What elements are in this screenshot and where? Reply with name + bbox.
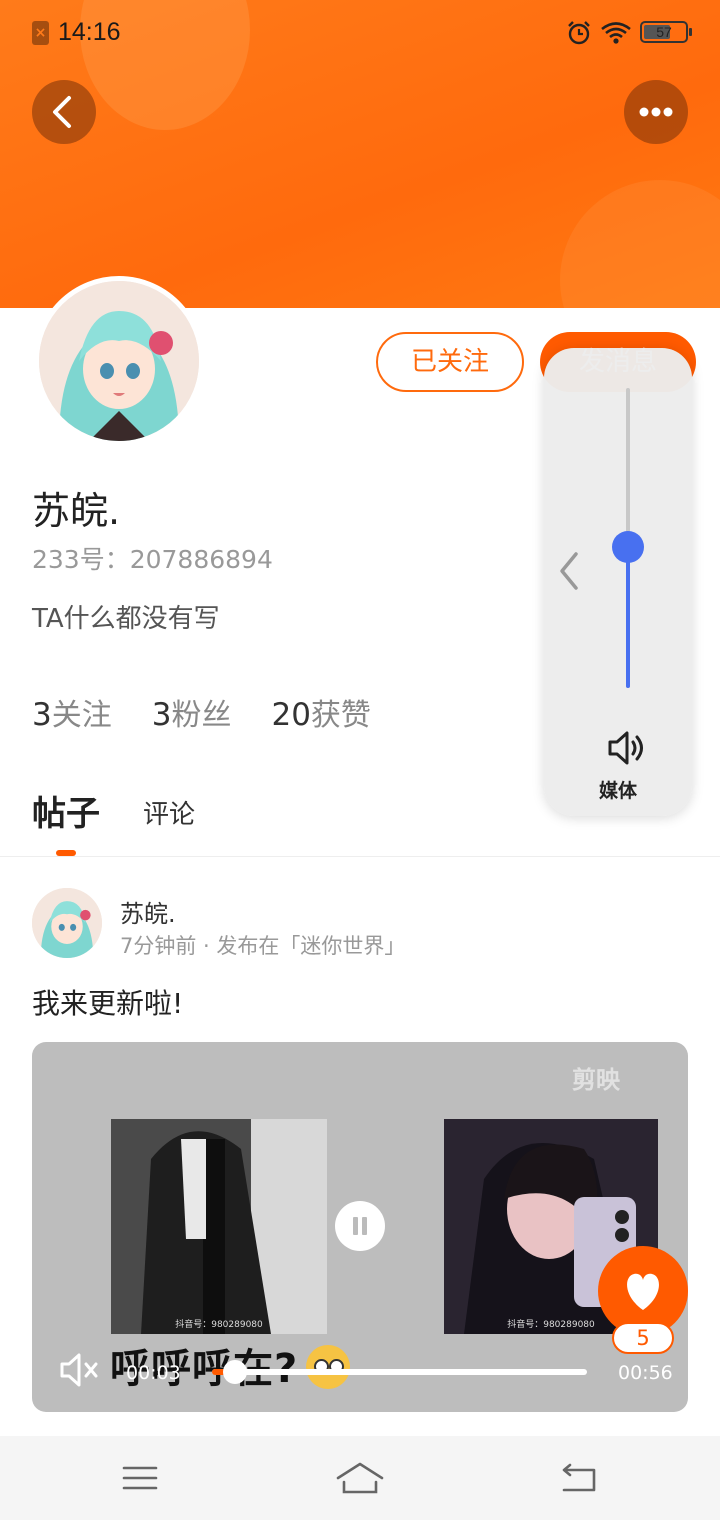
speaker-icon	[608, 731, 643, 765]
mute-icon[interactable]	[58, 1350, 100, 1390]
volume-knob[interactable]	[612, 531, 644, 563]
thumb-caption-left: 抖音号：980289080	[175, 1320, 263, 1330]
progress-bar[interactable]	[212, 1360, 587, 1384]
video-frame-left: 抖音号：980289080	[111, 1119, 327, 1334]
post-text: 我来更新啦!	[32, 987, 184, 1020]
eye-roll-emoji-icon	[306, 1345, 351, 1389]
volume-fill	[626, 547, 630, 688]
profile-avatar[interactable]	[34, 276, 204, 446]
profile-bio: TA什么都没有写	[32, 604, 220, 634]
battery-icon: 57	[640, 21, 692, 43]
like-count-badge: 5	[612, 1322, 674, 1354]
volume-stream-label: 媒体	[598, 780, 637, 802]
stat-followers[interactable]: 3粉丝	[152, 690, 232, 734]
volume-slider[interactable]	[612, 388, 644, 688]
profile-stats: 3关注 3粉丝 20获赞	[32, 690, 371, 734]
divider	[0, 856, 720, 857]
progress-knob[interactable]	[222, 1360, 247, 1384]
home-icon[interactable]	[330, 1450, 390, 1506]
more-options-button[interactable]	[624, 80, 688, 144]
followed-button[interactable]: 已关注	[376, 332, 524, 392]
sim-card-icon: ×	[32, 21, 49, 45]
chevron-left-icon[interactable]	[554, 548, 584, 594]
stat-likes[interactable]: 20获赞	[271, 690, 370, 734]
system-nav-bar	[0, 1436, 720, 1520]
profile-id: 233号：207886894	[32, 545, 273, 574]
post-author-avatar[interactable]	[32, 888, 102, 958]
alarm-icon	[568, 21, 590, 45]
stat-following[interactable]: 3关注	[32, 690, 112, 734]
back-button[interactable]	[32, 80, 96, 144]
tab-posts[interactable]: 帖子	[32, 786, 100, 835]
menu-icon[interactable]	[110, 1450, 170, 1506]
pause-button[interactable]	[335, 1201, 385, 1251]
volume-panel[interactable]: 媒体	[544, 348, 692, 816]
status-bar: × 14:16 57	[0, 0, 720, 66]
post-author-name[interactable]: 苏皖.	[120, 894, 176, 929]
wifi-icon	[601, 22, 631, 44]
video-watermark: 剪映	[572, 1066, 620, 1094]
chevron-left-icon	[53, 96, 71, 128]
video-player[interactable]: 剪映 抖音号：980289080 抖音号：980289080 呼呼呼在? 00:…	[32, 1042, 688, 1412]
status-time: 14:16	[58, 18, 121, 46]
back-nav-icon[interactable]	[548, 1450, 608, 1506]
profile-name: 苏皖.	[32, 489, 121, 533]
battery-level: 57	[656, 24, 672, 40]
total-time: 00:56	[618, 1362, 673, 1384]
tab-comments[interactable]: 评论	[143, 794, 195, 831]
current-time: 00:03	[126, 1362, 181, 1384]
post-meta: 7分钟前 · 发布在「迷你世界」	[120, 934, 406, 958]
more-dots-icon	[639, 107, 673, 117]
